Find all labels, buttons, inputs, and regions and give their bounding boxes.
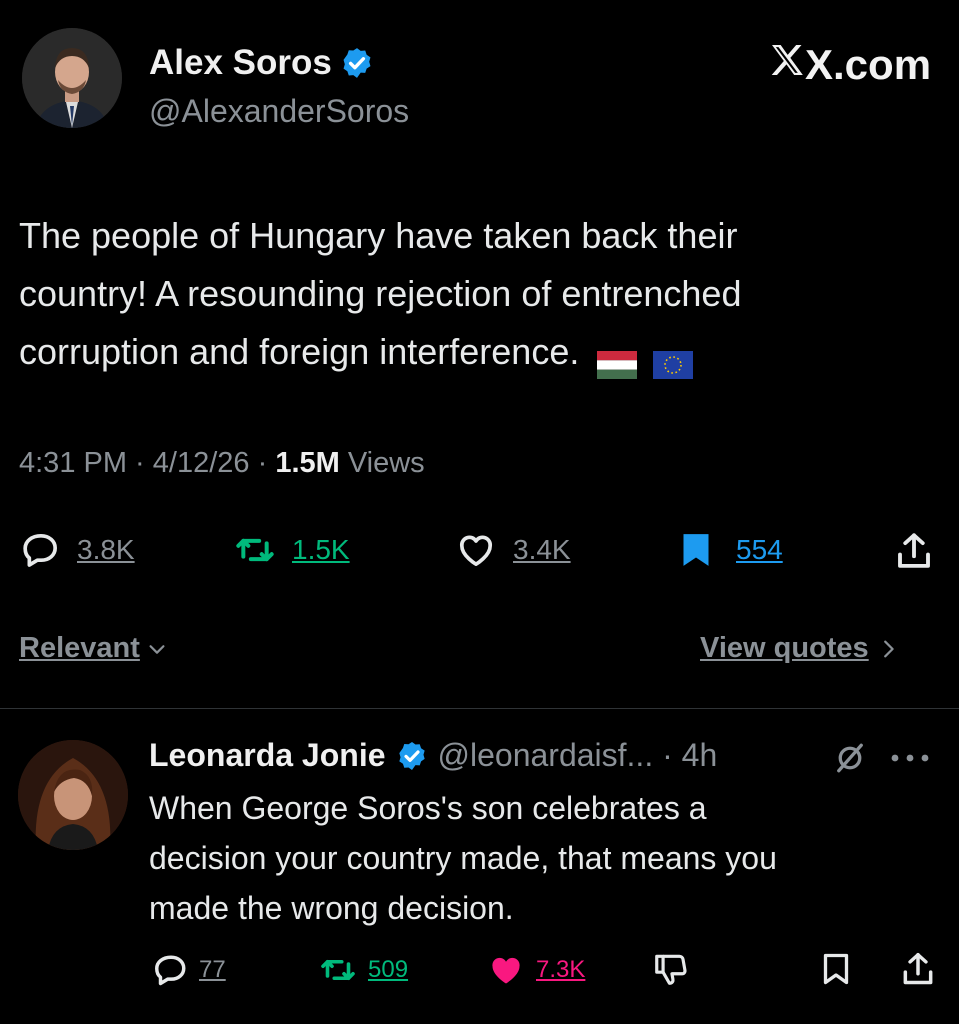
reply-repost-count: 509 [368, 956, 409, 983]
eu-flag-icon [653, 338, 694, 379]
views-count: 1.5M [275, 447, 340, 479]
reply-reply-count: 77 [199, 956, 226, 983]
repost-count: 1.5K [292, 534, 350, 565]
grok-icon [837, 743, 863, 773]
reply-bookmark-action[interactable] [818, 950, 854, 993]
reply-text-line: When George Soros's son celebrates a [149, 790, 707, 826]
repost-icon [236, 538, 274, 562]
sort-label: Relevant [19, 632, 140, 664]
tweet-text-line: country! A resounding rejection of entre… [19, 273, 742, 314]
view-quotes-label: View quotes [700, 632, 869, 664]
reply-author-avatar[interactable] [18, 740, 128, 850]
reply-text: When George Soros's son celebrates a dec… [149, 783, 939, 933]
grok-action[interactable] [832, 740, 868, 781]
reply-action[interactable]: 3.8K [19, 530, 135, 570]
author-handle[interactable]: @AlexanderSoros [149, 93, 409, 130]
heart-icon [459, 535, 493, 566]
reply-count: 3.8K [77, 534, 135, 565]
reply-like-count: 7.3K [536, 956, 586, 983]
more-options[interactable] [887, 744, 933, 777]
reply-icon [155, 955, 186, 986]
tweet-text: The people of Hungary have taken back th… [19, 207, 939, 381]
verified-badge-icon [398, 741, 425, 770]
repost-action[interactable]: 1.5K [232, 530, 350, 570]
bookmark-icon [683, 534, 709, 566]
bookmark-outline-icon [823, 953, 849, 985]
thumbs-down-icon [655, 954, 687, 985]
divider [0, 708, 959, 709]
reply-icon [23, 534, 58, 567]
reply-share-action[interactable] [899, 950, 937, 993]
reply-reply-action[interactable]: 77 [151, 952, 226, 988]
views-label: Views [339, 447, 425, 479]
share-icon [903, 953, 933, 985]
reply-text-line: decision your country made, that means y… [149, 840, 777, 876]
x-logo-icon [767, 40, 807, 90]
repost-icon [321, 959, 355, 981]
reply-author-name[interactable]: Leonarda Jonie [149, 737, 386, 774]
share-icon [898, 533, 930, 568]
hungary-flag-icon [597, 338, 638, 379]
tweet-meta: 4:31 PM · 4/12/26 · 1.5M Views [19, 447, 425, 480]
view-quotes-link[interactable]: View quotes [700, 632, 899, 665]
like-action[interactable]: 3.4K [453, 530, 571, 570]
reply-repost-action[interactable]: 509 [316, 952, 408, 988]
tweet-text-line: corruption and foreign interference. [19, 331, 580, 372]
reply-like-action[interactable]: 7.3K [484, 952, 585, 988]
chevron-down-icon [149, 644, 165, 654]
tweet-timestamp[interactable]: 4:31 PM · 4/12/26 · [19, 447, 275, 479]
reply-downvote-action[interactable] [652, 950, 690, 993]
heart-filled-icon [492, 957, 520, 984]
verified-badge-icon [343, 48, 371, 78]
sort-dropdown[interactable]: Relevant [19, 632, 168, 665]
bookmark-count: 554 [736, 534, 783, 565]
like-count: 3.4K [513, 534, 571, 565]
reply-author-handle[interactable]: @leonardaisf... · 4h [438, 737, 718, 774]
reply-text-line: made the wrong decision. [149, 890, 514, 926]
author-name[interactable]: Alex Soros [149, 43, 332, 83]
author-avatar[interactable] [22, 28, 122, 128]
chevron-right-icon [883, 640, 894, 657]
reply-header: Leonarda Jonie @leonardaisf... · 4h [149, 737, 717, 774]
brand-domain: X.com [805, 41, 932, 88]
more-icon [891, 754, 929, 762]
bookmark-action[interactable]: 554 [676, 530, 783, 570]
tweet-text-line: The people of Hungary have taken back th… [19, 215, 738, 256]
share-action[interactable] [893, 530, 935, 577]
